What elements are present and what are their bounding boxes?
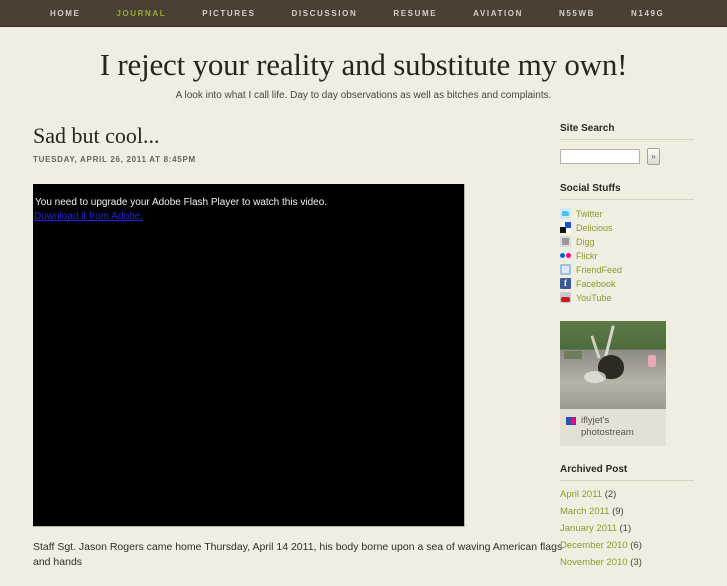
site-tagline: A look into what I call life. Day to day… [175,90,552,101]
nav-item-aviation[interactable]: AVIATION [473,9,523,18]
social-links-block: Social Stuffs Twitter Delicious Digg Fli… [560,183,694,303]
social-link-friendfeed[interactable]: FriendFeed [576,265,622,275]
site-masthead: I reject your reality and substitute my … [0,27,727,101]
post-title: Sad but cool... [33,123,160,148]
archive-count: (3) [630,557,642,568]
list-item[interactable]: Twitter [560,208,694,219]
photo-water-spray-right [604,325,615,357]
top-navigation-bar: HOME JOURNAL PICTURES DISCUSSION RESUME … [0,0,727,27]
archive-link-april-2011[interactable]: April 2011 [560,489,602,500]
archive-link-december-2010[interactable]: December 2010 [560,540,628,551]
twitter-icon [560,208,571,219]
site-search-block: Site Search » [560,123,694,165]
archive-list: April 2011 (2) March 2011 (9) January 20… [560,489,694,568]
nav-item-journal[interactable]: JOURNAL [116,9,166,18]
list-item[interactable]: December 2010 (6) [560,540,694,551]
archive-count: (2) [604,489,617,500]
flickr-icon [560,250,571,261]
archive-link-january-2011[interactable]: January 2011 [560,523,617,534]
nav-item-pictures[interactable]: PICTURES [202,9,255,18]
nav-item-home[interactable]: HOME [50,9,80,18]
social-link-digg[interactable]: Digg [576,237,595,247]
friendfeed-icon [560,264,571,275]
delicious-icon [560,222,571,233]
flickr-photostream-block: iflyjet's photostream [560,321,694,446]
archive-link-november-2010[interactable]: November 2010 [560,557,628,568]
nav-item-n149g[interactable]: N149G [631,9,664,18]
sidebar: Site Search » Social Stuffs Twitter Deli… [560,123,694,586]
list-item[interactable]: March 2011 (9) [560,506,694,517]
nav-item-resume[interactable]: RESUME [393,9,437,18]
facebook-icon: f [560,278,571,289]
flickr-photostream-link[interactable]: iflyjet's photostream [581,415,660,439]
archive-count: (9) [612,506,624,517]
list-item[interactable]: Delicious [560,222,694,233]
site-search-heading: Site Search [560,123,694,140]
list-item[interactable]: November 2010 (3) [560,557,694,568]
video-player-placeholder[interactable]: You need to upgrade your Adobe Flash Pla… [33,184,465,527]
archive-link-march-2011[interactable]: March 2011 [560,506,609,517]
social-heading: Social Stuffs [560,183,694,200]
photo-person-shape [648,355,656,367]
archive-heading: Archived Post [560,464,694,481]
site-title: I reject your reality and substitute my … [99,47,628,82]
social-link-flickr[interactable]: Flickr [576,251,598,261]
photo-water-spray-left [590,335,601,359]
page-body: Sad but cool... TUESDAY, APRIL 26, 2011 … [0,123,727,586]
social-link-youtube[interactable]: YouTube [576,293,611,303]
list-item[interactable]: April 2011 (2) [560,489,694,500]
list-item[interactable]: January 2011 (1) [560,523,694,534]
social-link-twitter[interactable]: Twitter [576,209,603,219]
list-item[interactable]: FriendFeed [560,264,694,275]
search-input[interactable] [560,149,640,164]
photo-bench-shape [564,351,582,359]
photo-water-splash [584,371,606,383]
flickr-caption-bar[interactable]: iflyjet's photostream [560,409,666,446]
social-link-facebook[interactable]: Facebook [576,279,616,289]
post-date: TUESDAY, APRIL 26, 2011 AT 8:45PM [33,155,196,164]
flickr-photo-thumbnail[interactable] [560,321,666,409]
list-item[interactable]: f Facebook [560,278,694,289]
archived-posts-block: Archived Post April 2011 (2) March 2011 … [560,464,694,568]
download-flash-link[interactable]: Download it from Adobe. [34,211,464,222]
main-content: Sad but cool... TUESDAY, APRIL 26, 2011 … [0,123,562,586]
list-item[interactable]: Digg [560,236,694,247]
social-links-list: Twitter Delicious Digg Flickr FriendFeed [560,208,694,303]
nav-item-n55wb[interactable]: N55WB [559,9,595,18]
list-item[interactable]: Flickr [560,250,694,261]
flash-upgrade-message: You need to upgrade your Adobe Flash Pla… [35,197,328,208]
search-row: » [560,148,694,165]
digg-icon [560,236,571,247]
youtube-icon [560,292,571,303]
search-submit-button[interactable]: » [647,148,660,165]
archive-count: (6) [630,540,642,551]
nav-item-discussion[interactable]: DISCUSSION [292,9,358,18]
flickr-badge-icon [566,417,576,425]
archive-count: (1) [619,523,632,534]
social-link-delicious[interactable]: Delicious [576,223,613,233]
nav-list: HOME JOURNAL PICTURES DISCUSSION RESUME … [0,9,700,18]
list-item[interactable]: YouTube [560,292,694,303]
